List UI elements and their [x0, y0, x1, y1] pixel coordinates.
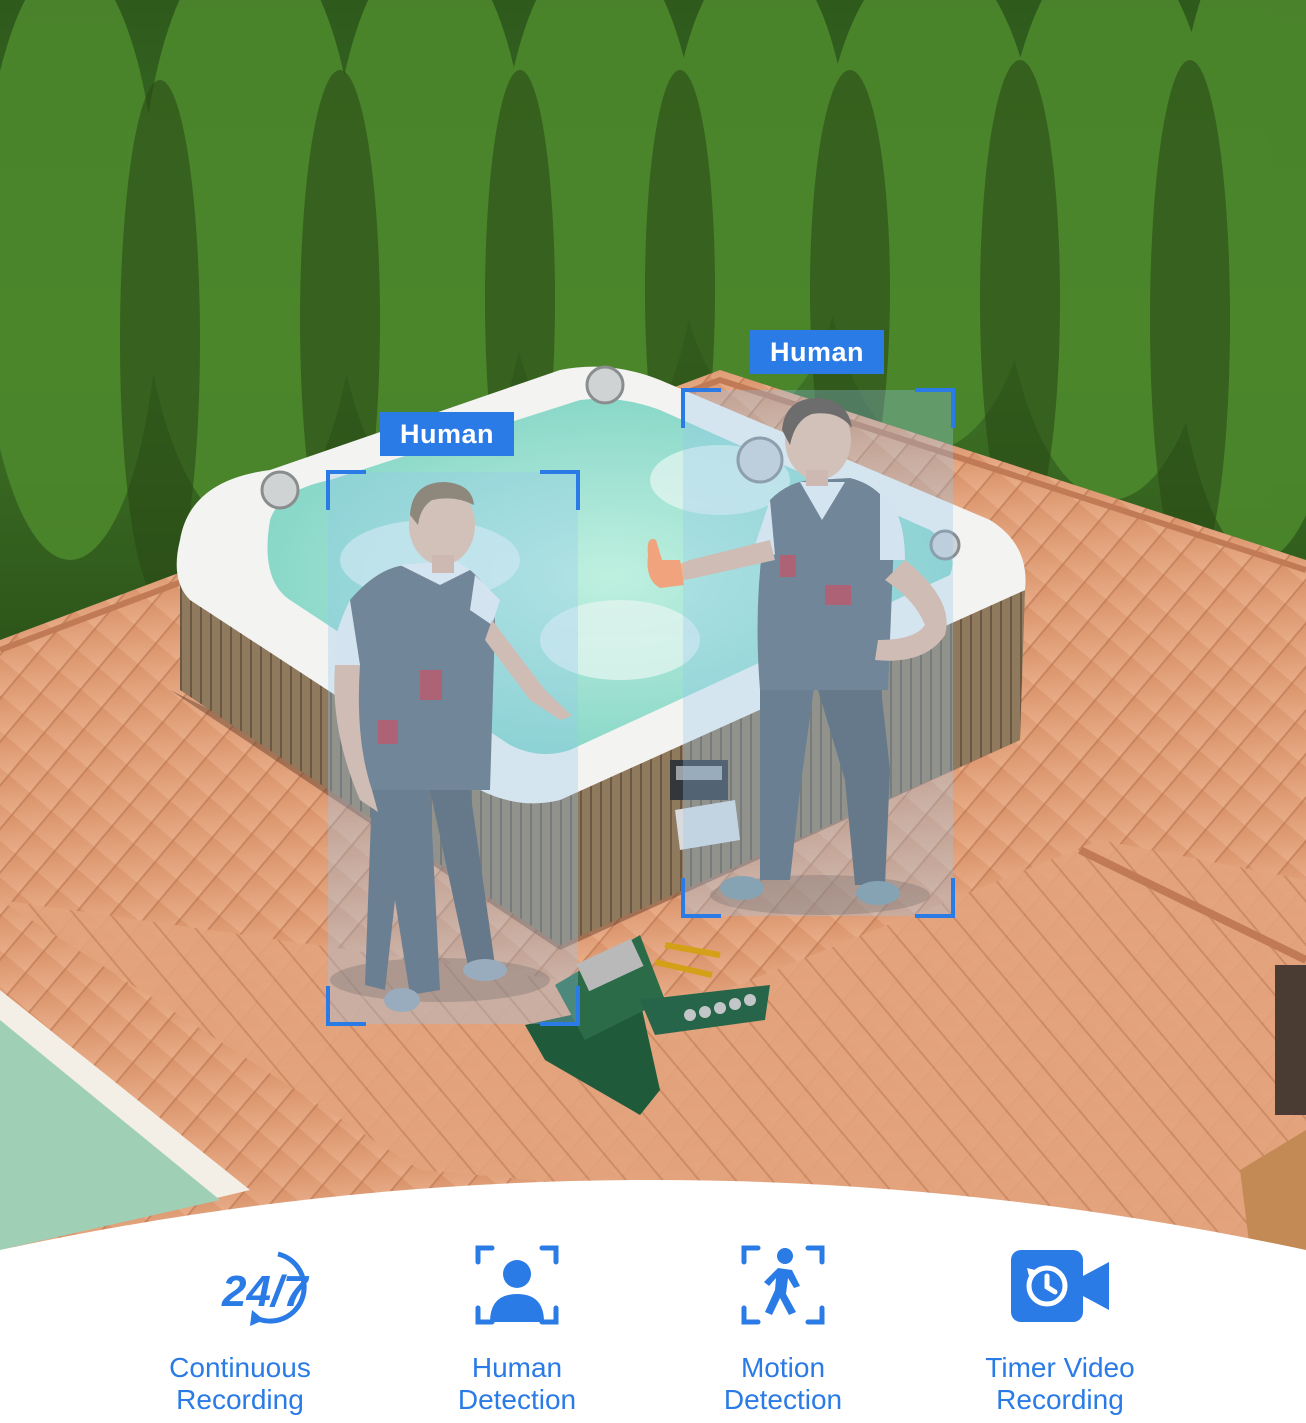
detection-box-left: [326, 470, 580, 1026]
feature-label: Continuous Recording: [110, 1352, 370, 1416]
corner-bracket: [915, 878, 955, 918]
feature-label-line2: Detection: [457, 1384, 577, 1415]
product-feature-image: Human Human 24/7 Continuous Recording Hu…: [0, 0, 1306, 1423]
feature-motion-detection: Motion Detection: [653, 1240, 913, 1415]
feature-timer-video-recording: Timer Video Recording: [930, 1240, 1190, 1415]
feature-label-line2: Recording: [996, 1384, 1124, 1415]
human-detection-icon: [475, 1245, 559, 1325]
feature-label-line2: Recording: [176, 1384, 304, 1415]
corner-bracket: [326, 986, 366, 1026]
feature-human-detection: Human Detection: [387, 1240, 647, 1415]
motion-detection-icon: [741, 1245, 825, 1325]
corner-bracket: [915, 388, 955, 428]
timer-video-icon: [1011, 1250, 1109, 1322]
corner-bracket: [540, 470, 580, 510]
corner-bracket: [540, 986, 580, 1026]
detection-box-right: [681, 388, 955, 918]
feature-label: Motion Detection: [653, 1352, 913, 1416]
backyard-hot-tub-scene: [0, 0, 1306, 1423]
feature-label-line1: Continuous: [169, 1352, 311, 1383]
detection-label-left: Human: [380, 412, 514, 456]
feature-label: Human Detection: [387, 1352, 647, 1416]
feature-label-line2: Detection: [723, 1384, 843, 1415]
feature-label-line1: Human: [471, 1352, 563, 1383]
corner-bracket: [681, 878, 721, 918]
corner-bracket: [681, 388, 721, 428]
feature-label: Timer Video Recording: [930, 1352, 1190, 1416]
feature-continuous-recording: 24/7 Continuous Recording: [110, 1240, 370, 1415]
clock-24-7-icon: 24/7: [221, 1251, 310, 1326]
icon-text-24-7: 24/7: [221, 1267, 310, 1316]
feature-label-line1: Motion: [740, 1352, 826, 1383]
corner-bracket: [326, 470, 366, 510]
feature-label-line1: Timer Video: [985, 1352, 1135, 1383]
detection-label-right: Human: [750, 330, 884, 374]
